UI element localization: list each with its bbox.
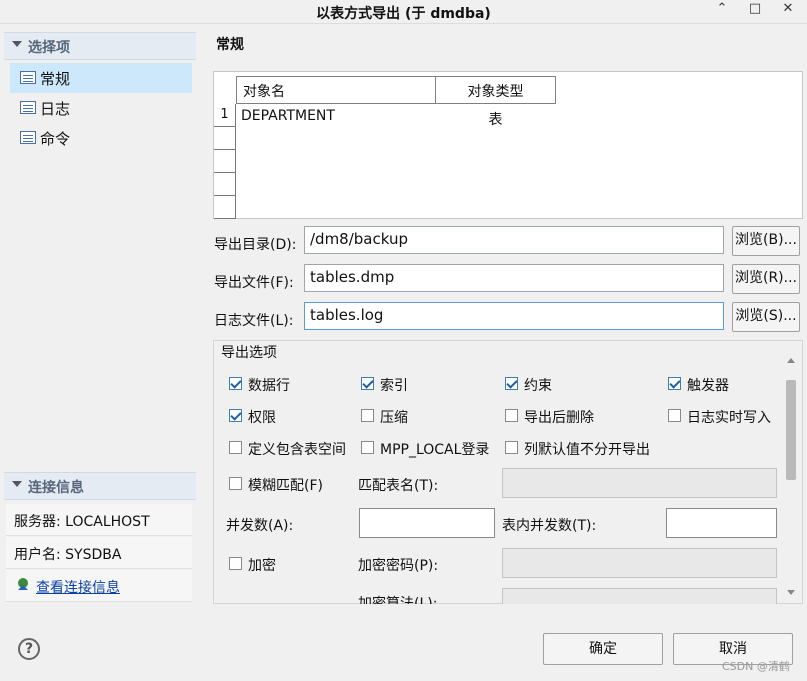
connection-header-label: 连接信息 <box>28 480 84 496</box>
fuzzy-match-label: 模糊匹配(F) <box>248 478 323 494</box>
default-values-checkbox[interactable] <box>505 441 518 454</box>
page-icon <box>20 71 36 84</box>
object-table[interactable]: 对象名 对象类型 1 DEPARTMENT 表 <box>213 71 803 219</box>
table-cell-object-type[interactable]: 表 <box>435 109 556 129</box>
scroll-down-icon[interactable] <box>787 590 795 595</box>
column-header-label: 对象名 <box>243 84 285 100</box>
drop-after-export-checkbox[interactable] <box>505 409 518 422</box>
include-tablespace-checkbox[interactable] <box>229 441 242 454</box>
encrypt-algo-label: 加密算法(L): <box>358 596 438 604</box>
clipped-row: 加密算法(L): <box>213 588 783 604</box>
table-parallel-input[interactable] <box>666 508 777 538</box>
browse-log-button[interactable]: 浏览(S)... <box>732 302 800 332</box>
browse-file-button[interactable]: 浏览(R)... <box>732 264 800 294</box>
include-tablespace-label: 定义包含表空间 <box>248 442 346 458</box>
help-icon[interactable]: ? <box>18 638 40 660</box>
encrypt-algo-select[interactable] <box>502 588 777 604</box>
log-file-input[interactable]: tables.log <box>304 302 724 330</box>
fuzzy-match-checkbox[interactable] <box>229 477 242 490</box>
parallel-input[interactable] <box>359 508 495 538</box>
scroll-up-icon[interactable] <box>787 358 795 363</box>
page-icon <box>20 101 36 114</box>
server-info-row: 服务器: LOCALHOST <box>6 504 192 536</box>
table-parallel-label: 表内并发数(T): <box>502 518 597 534</box>
log-realtime-label: 日志实时写入 <box>687 410 771 426</box>
sidebar-item-label: 常规 <box>40 70 71 88</box>
maximize-button[interactable]: □ <box>745 0 765 20</box>
row-number-empty <box>214 127 236 150</box>
window-title: 以表方式导出 (于 dmdba) <box>316 6 491 22</box>
export-dir-input[interactable]: /dm8/backup <box>304 226 724 254</box>
sidebar-item-command[interactable]: 命令 <box>10 123 192 153</box>
sidebar-item-label: 命令 <box>40 130 71 148</box>
mpp-local-label: MPP_LOCAL登录 <box>380 442 490 458</box>
column-header-type[interactable]: 对象类型 <box>435 76 556 104</box>
connection-icon <box>18 578 28 590</box>
section-title: 常规 <box>216 37 244 53</box>
compress-checkbox[interactable] <box>361 409 374 422</box>
mpp-local-checkbox[interactable] <box>361 441 374 454</box>
encrypt-label: 加密 <box>248 558 276 574</box>
ok-button[interactable]: 确定 <box>543 633 663 665</box>
column-header-label: 对象类型 <box>467 84 524 100</box>
index-label: 索引 <box>380 378 408 394</box>
default-values-label: 列默认值不分开导出 <box>524 442 650 458</box>
close-button[interactable]: ✕ <box>778 0 798 20</box>
collapse-caret-icon <box>12 481 22 487</box>
user-info-row: 用户名: SYSDBA <box>6 537 192 569</box>
collapse-caret-icon <box>12 41 22 47</box>
export-options-title: 导出选项 <box>219 342 279 362</box>
view-connection-link[interactable]: 查看连接信息 <box>36 577 120 597</box>
server-info: 服务器: LOCALHOST <box>14 514 150 530</box>
row-number-empty <box>214 150 236 173</box>
encrypt-password-label: 加密密码(P): <box>358 558 439 574</box>
export-file-label: 导出文件(F): <box>214 275 294 291</box>
grants-checkbox[interactable] <box>229 409 242 422</box>
trigger-label: 触发器 <box>687 378 729 394</box>
parallel-label: 并发数(A): <box>226 518 294 534</box>
user-info: 用户名: SYSDBA <box>14 547 122 563</box>
sidebar-header-connection[interactable]: 连接信息 <box>4 472 196 500</box>
data-rows-checkbox[interactable] <box>229 377 242 390</box>
row-number-empty <box>214 173 236 196</box>
sidebar-item-label: 日志 <box>40 100 71 118</box>
sidebar-item-general[interactable]: 常规 <box>10 63 192 93</box>
constraint-checkbox[interactable] <box>505 377 518 390</box>
constraint-label: 约束 <box>524 378 552 394</box>
row-number: 1 <box>214 104 236 127</box>
drop-after-export-label: 导出后删除 <box>524 410 594 426</box>
trigger-checkbox[interactable] <box>668 377 681 390</box>
index-checkbox[interactable] <box>361 377 374 390</box>
scroll-thumb[interactable] <box>786 380 796 480</box>
sidebar-item-log[interactable]: 日志 <box>10 93 192 123</box>
export-file-input[interactable]: tables.dmp <box>304 264 724 292</box>
table-cell-object-name[interactable]: DEPARTMENT <box>241 108 335 124</box>
minimize-button[interactable]: ⌃ <box>712 0 732 20</box>
watermark: CSDN @清鹤 <box>722 660 790 673</box>
log-realtime-checkbox[interactable] <box>668 409 681 422</box>
export-dir-label: 导出目录(D): <box>214 237 297 253</box>
compress-label: 压缩 <box>380 410 408 426</box>
data-rows-label: 数据行 <box>248 378 290 394</box>
browse-dir-button[interactable]: 浏览(B)... <box>732 226 800 256</box>
grants-label: 权限 <box>248 410 276 426</box>
log-file-label: 日志文件(L): <box>214 313 294 329</box>
page-icon <box>20 131 36 144</box>
encrypt-checkbox[interactable] <box>229 557 242 570</box>
column-header-name[interactable]: 对象名 <box>236 76 436 104</box>
sidebar-header-label: 选择项 <box>28 40 70 56</box>
view-connection-row: 查看连接信息 <box>6 570 192 602</box>
match-table-label: 匹配表名(T): <box>358 478 439 494</box>
sidebar-header-options[interactable]: 选择项 <box>4 32 196 60</box>
row-number-empty <box>214 196 236 219</box>
encrypt-password-input[interactable] <box>502 548 777 578</box>
match-table-input[interactable] <box>502 468 777 498</box>
